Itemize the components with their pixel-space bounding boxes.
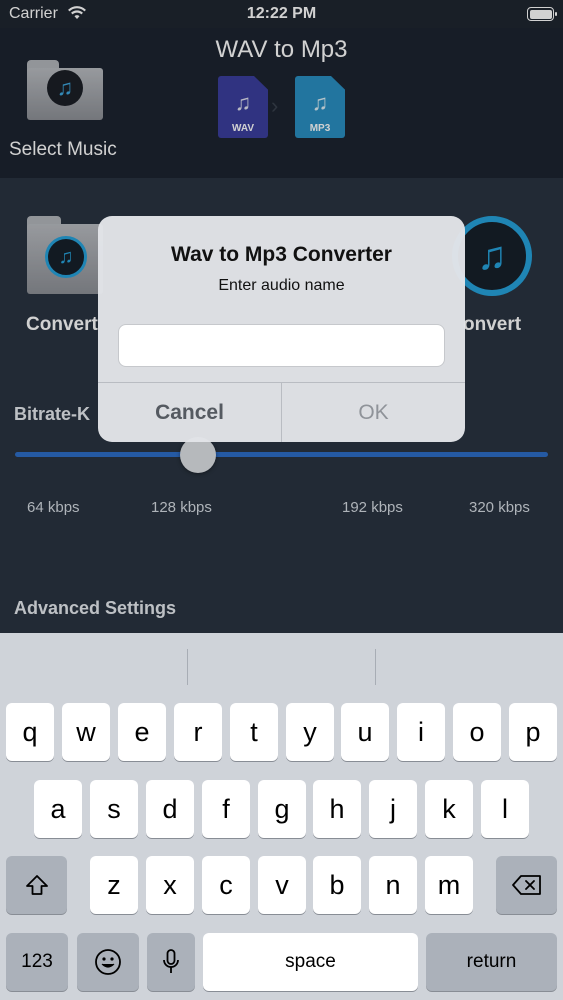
keyboard: q w e r t y u i o p a s d f g h j k l z … (0, 633, 563, 1000)
numbers-key[interactable]: 123 (6, 933, 68, 991)
shift-icon (25, 875, 48, 895)
shift-key[interactable] (6, 856, 67, 914)
backspace-key[interactable] (496, 856, 557, 914)
ok-button[interactable]: OK (282, 383, 465, 442)
key-w[interactable]: w (62, 703, 110, 761)
audio-name-input[interactable] (118, 324, 445, 367)
backspace-icon (511, 875, 541, 895)
rename-alert-dialog: Wav to Mp3 Converter Enter audio name Ca… (98, 216, 465, 442)
key-p[interactable]: p (509, 703, 557, 761)
key-v[interactable]: v (258, 856, 306, 914)
return-key[interactable]: return (426, 933, 557, 991)
space-key[interactable]: space (203, 933, 418, 991)
key-q[interactable]: q (6, 703, 54, 761)
key-x[interactable]: x (146, 856, 194, 914)
key-u[interactable]: u (341, 703, 389, 761)
microphone-icon (163, 949, 179, 973)
emoji-key[interactable] (77, 933, 139, 991)
key-y[interactable]: y (286, 703, 334, 761)
key-d[interactable]: d (146, 780, 194, 838)
key-h[interactable]: h (313, 780, 361, 838)
key-a[interactable]: a (34, 780, 82, 838)
emoji-icon (95, 949, 121, 975)
key-m[interactable]: m (425, 856, 473, 914)
key-f[interactable]: f (202, 780, 250, 838)
dictation-key[interactable] (147, 933, 195, 991)
key-e[interactable]: e (118, 703, 166, 761)
key-c[interactable]: c (202, 856, 250, 914)
alert-message: Enter audio name (218, 277, 345, 294)
key-l[interactable]: l (481, 780, 529, 838)
suggestion-divider (375, 649, 376, 685)
key-b[interactable]: b (313, 856, 361, 914)
key-o[interactable]: o (453, 703, 501, 761)
key-j[interactable]: j (369, 780, 417, 838)
suggestion-divider (187, 649, 188, 685)
key-r[interactable]: r (174, 703, 222, 761)
key-s[interactable]: s (90, 780, 138, 838)
key-z[interactable]: z (90, 856, 138, 914)
key-k[interactable]: k (425, 780, 473, 838)
key-i[interactable]: i (397, 703, 445, 761)
alert-title: Wav to Mp3 Converter (171, 243, 392, 266)
key-t[interactable]: t (230, 703, 278, 761)
key-g[interactable]: g (258, 780, 306, 838)
key-n[interactable]: n (369, 856, 417, 914)
cancel-button[interactable]: Cancel (98, 383, 281, 442)
